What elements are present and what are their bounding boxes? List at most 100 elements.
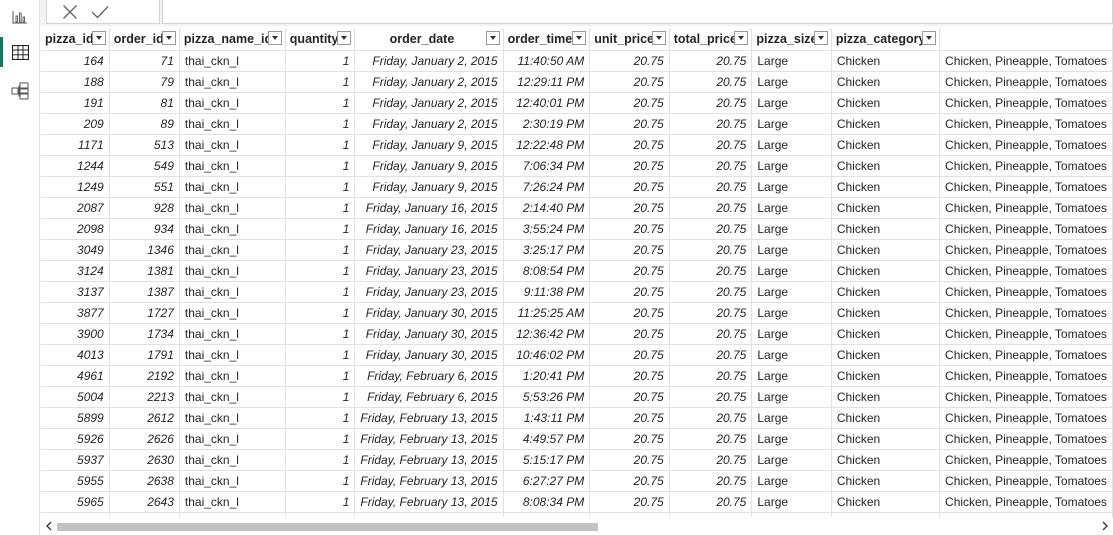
cell-pizza-id[interactable]: 1171 <box>41 134 110 156</box>
cell-total-price[interactable]: 20.75 <box>669 470 753 492</box>
cell-order-time[interactable]: 12:29:11 PM <box>503 71 591 93</box>
column-header-pizza-ingredients[interactable] <box>939 28 1113 51</box>
cell-quantity[interactable]: 1 <box>285 260 356 282</box>
cell-total-price[interactable]: 20.75 <box>669 302 753 324</box>
cell-pizza-size[interactable]: Large <box>751 281 832 303</box>
cell-pizza-category[interactable]: Chicken <box>831 386 941 408</box>
cell-total-price[interactable]: 20.75 <box>669 71 753 93</box>
cell-pizza-id[interactable]: 5004 <box>41 386 110 408</box>
cell-pizza-ingredients[interactable]: Chicken, Pineapple, Tomatoes <box>939 386 1113 408</box>
cell-order-time[interactable]: 3:55:24 PM <box>503 218 591 240</box>
cell-pizza-name-id[interactable]: thai_ckn_l <box>179 386 286 408</box>
cell-pizza-id[interactable]: 191 <box>41 92 110 114</box>
table-row[interactable]: 1244 549 thai_ckn_l 1 Friday, January 9, 201… <box>41 155 1113 177</box>
table-row[interactable]: 164 71 thai_ckn_l 1 Friday, January 2, 2015 1… <box>41 50 1113 72</box>
cell-order-date[interactable]: Friday, January 23, 2015 <box>354 281 504 303</box>
cell-unit-price[interactable]: 20.75 <box>589 50 670 72</box>
cell-pizza-category[interactable]: Chicken <box>831 491 941 513</box>
cell-pizza-name-id[interactable]: thai_ckn_l <box>179 344 286 366</box>
column-header-pizza-name-id[interactable]: pizza_name_id <box>179 28 286 51</box>
column-header-pizza-id[interactable]: pizza_id <box>41 28 110 51</box>
filter-dropdown-icon[interactable] <box>651 31 666 45</box>
cell-pizza-size[interactable]: Large <box>751 92 832 114</box>
cell-quantity[interactable]: 1 <box>285 365 356 387</box>
filter-dropdown-icon[interactable] <box>267 31 282 45</box>
cell-pizza-size[interactable]: Large <box>751 323 832 345</box>
cell-quantity[interactable]: 1 <box>285 92 356 114</box>
cell-order-id[interactable]: 1346 <box>109 239 180 261</box>
table-row[interactable]: 3900 1734 thai_ckn_l 1 Friday, January 30, 2… <box>41 323 1113 345</box>
cell-unit-price[interactable]: 20.75 <box>589 197 670 219</box>
cell-pizza-category[interactable]: Chicken <box>831 407 941 429</box>
cell-pizza-category[interactable]: Chicken <box>831 239 941 261</box>
cell-order-id[interactable]: 934 <box>109 218 180 240</box>
cell-unit-price[interactable]: 20.75 <box>589 344 670 366</box>
cell-pizza-category[interactable]: Chicken <box>831 470 941 492</box>
cell-quantity[interactable]: 1 <box>285 155 356 177</box>
cell-total-price[interactable]: 20.75 <box>669 239 753 261</box>
horizontal-scrollbar[interactable] <box>41 517 1113 535</box>
cell-pizza-id[interactable]: 164 <box>41 50 110 72</box>
cell-pizza-ingredients[interactable]: Chicken, Pineapple, Tomatoes <box>939 218 1113 240</box>
cell-order-id[interactable]: 1387 <box>109 281 180 303</box>
filter-dropdown-icon[interactable] <box>485 31 500 45</box>
cell-pizza-id[interactable]: 188 <box>41 71 110 93</box>
cell-order-id[interactable]: 79 <box>109 71 180 93</box>
cell-pizza-size[interactable]: Large <box>751 134 832 156</box>
cell-pizza-ingredients[interactable]: Chicken, Pineapple, Tomatoes <box>939 134 1113 156</box>
cell-pizza-name-id[interactable]: thai_ckn_l <box>179 113 286 135</box>
cell-pizza-ingredients[interactable]: Chicken, Pineapple, Tomatoes <box>939 155 1113 177</box>
cell-pizza-id[interactable]: 1244 <box>41 155 110 177</box>
cell-unit-price[interactable]: 20.75 <box>589 407 670 429</box>
cell-pizza-category[interactable]: Chicken <box>831 134 941 156</box>
cell-order-time[interactable]: 2:14:40 PM <box>503 197 591 219</box>
cell-order-time[interactable]: 9:11:38 PM <box>503 281 591 303</box>
column-header-order-date[interactable]: order_date <box>354 28 504 51</box>
cell-pizza-size[interactable]: Large <box>751 50 832 72</box>
cell-order-time[interactable]: 7:26:24 PM <box>503 176 591 198</box>
cell-pizza-size[interactable]: Large <box>751 260 832 282</box>
filter-dropdown-icon[interactable] <box>161 31 176 45</box>
cell-unit-price[interactable]: 20.75 <box>589 113 670 135</box>
cell-pizza-size[interactable]: Large <box>751 344 832 366</box>
cell-order-time[interactable]: 11:25:25 AM <box>503 302 591 324</box>
cell-pizza-size[interactable]: Large <box>751 71 832 93</box>
cell-pizza-ingredients[interactable]: Chicken, Pineapple, Tomatoes <box>939 449 1113 471</box>
cell-unit-price[interactable]: 20.75 <box>589 92 670 114</box>
cell-total-price[interactable]: 20.75 <box>669 323 753 345</box>
cell-pizza-ingredients[interactable]: Chicken, Pineapple, Tomatoes <box>939 260 1113 282</box>
cell-quantity[interactable]: 1 <box>285 428 356 450</box>
cell-pizza-ingredients[interactable]: Chicken, Pineapple, Tomatoes <box>939 281 1113 303</box>
cell-order-time[interactable]: 5:53:26 PM <box>503 386 591 408</box>
cell-pizza-name-id[interactable]: thai_ckn_l <box>179 281 286 303</box>
cell-order-time[interactable]: 4:49:57 PM <box>503 428 591 450</box>
cell-order-date[interactable]: Friday, January 23, 2015 <box>354 239 504 261</box>
cell-quantity[interactable]: 1 <box>285 176 356 198</box>
cell-pizza-id[interactable]: 3137 <box>41 281 110 303</box>
table-row[interactable]: 3049 1346 thai_ckn_l 1 Friday, January 23, 2… <box>41 239 1113 261</box>
cell-order-id[interactable]: 71 <box>109 50 180 72</box>
cell-total-price[interactable]: 20.75 <box>669 176 753 198</box>
cell-pizza-id[interactable]: 5955 <box>41 470 110 492</box>
cell-pizza-size[interactable]: Large <box>751 176 832 198</box>
cell-pizza-name-id[interactable]: thai_ckn_l <box>179 407 286 429</box>
cell-order-time[interactable]: 11:40:50 AM <box>503 50 591 72</box>
cell-pizza-size[interactable]: Large <box>751 365 832 387</box>
cell-pizza-size[interactable]: Large <box>751 155 832 177</box>
cell-quantity[interactable]: 1 <box>285 134 356 156</box>
cell-order-id[interactable]: 2192 <box>109 365 180 387</box>
cell-pizza-category[interactable]: Chicken <box>831 197 941 219</box>
cell-pizza-name-id[interactable]: thai_ckn_l <box>179 239 286 261</box>
cell-order-id[interactable]: 2630 <box>109 449 180 471</box>
cell-order-id[interactable]: 81 <box>109 92 180 114</box>
cell-total-price[interactable]: 20.75 <box>669 260 753 282</box>
cell-unit-price[interactable]: 20.75 <box>589 239 670 261</box>
cell-pizza-id[interactable]: 4013 <box>41 344 110 366</box>
filter-dropdown-icon[interactable] <box>922 31 937 45</box>
cell-order-time[interactable]: 2:30:19 PM <box>503 113 591 135</box>
cell-order-date[interactable]: Friday, February 13, 2015 <box>354 407 504 429</box>
cell-order-time[interactable]: 12:36:42 PM <box>503 323 591 345</box>
cell-pizza-id[interactable]: 2087 <box>41 197 110 219</box>
table-row[interactable]: 209 89 thai_ckn_l 1 Friday, January 2, 2015 2… <box>41 113 1113 135</box>
cell-unit-price[interactable]: 20.75 <box>589 71 670 93</box>
